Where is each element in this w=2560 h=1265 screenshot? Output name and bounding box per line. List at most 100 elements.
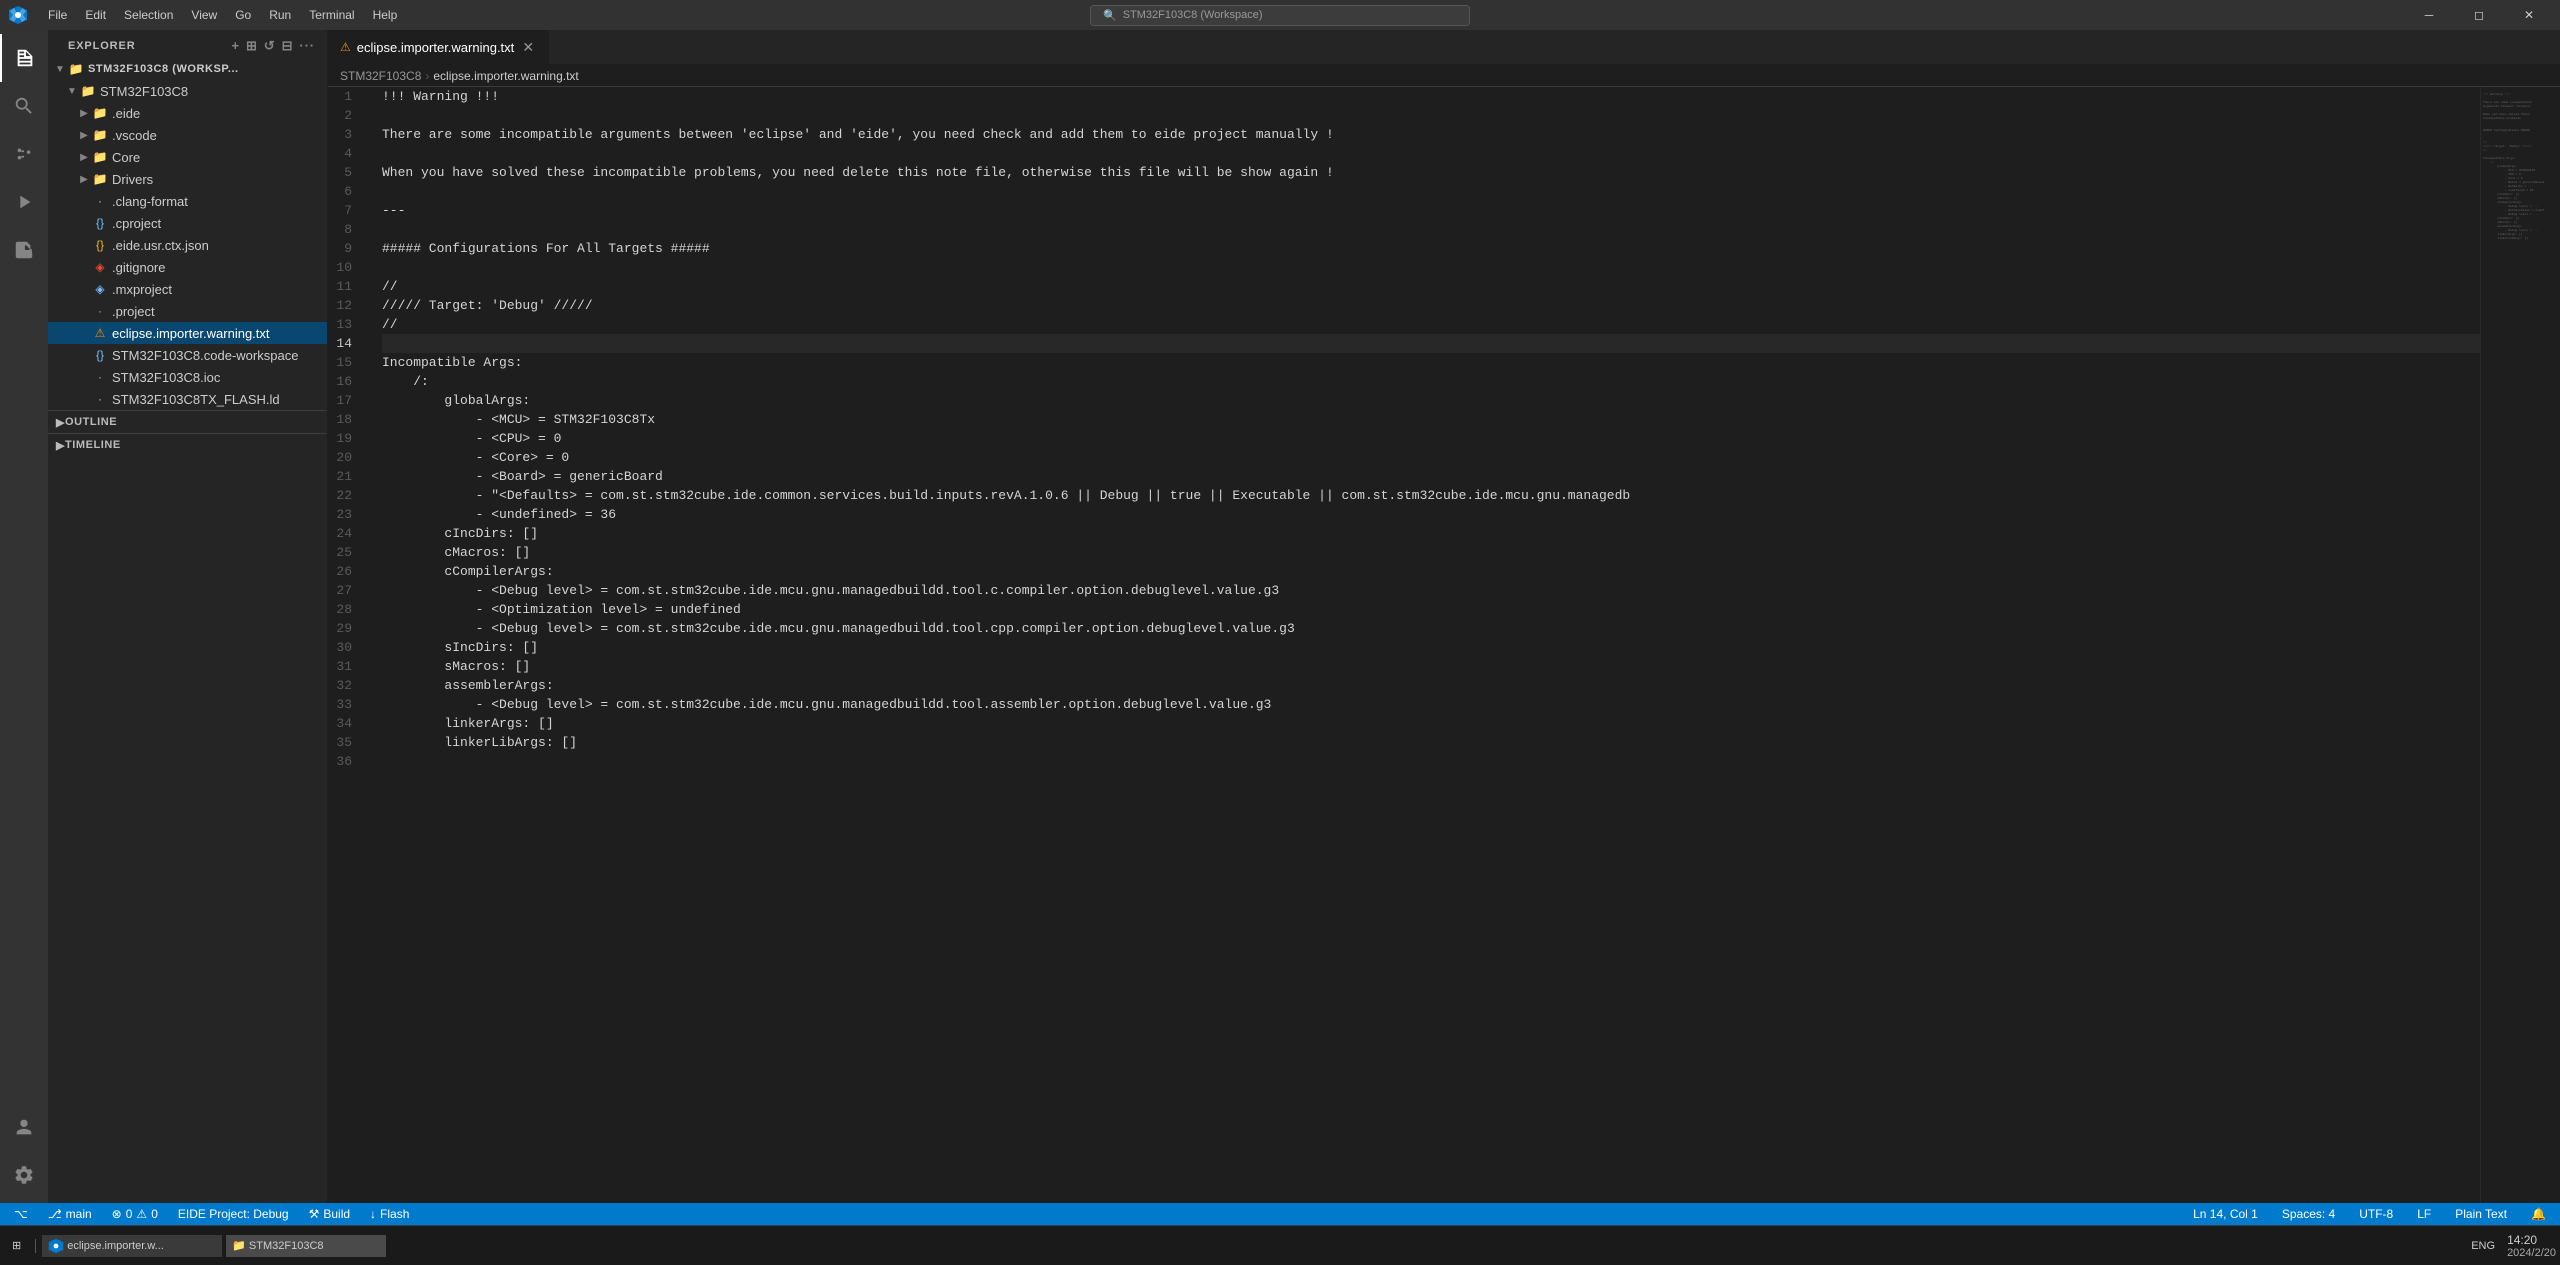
menu-selection[interactable]: Selection — [116, 6, 181, 24]
menu-help[interactable]: Help — [365, 6, 406, 24]
core-chevron-icon: ▶ — [76, 149, 92, 165]
line-number: 3 — [328, 125, 360, 144]
branch-indicator[interactable]: ⎇ main — [42, 1203, 98, 1225]
build-icon: ⚒ — [309, 1207, 320, 1221]
breadcrumb: STM32F103C8 › eclipse.importer.warning.t… — [328, 65, 2560, 87]
menu-edit[interactable]: Edit — [77, 6, 114, 24]
tab-close-button[interactable]: ✕ — [520, 39, 536, 55]
line-number: 24 — [328, 524, 360, 543]
new-folder-icon[interactable]: ⊞ — [246, 38, 258, 54]
activity-run[interactable] — [0, 178, 48, 226]
code-line: --- — [382, 201, 2480, 220]
notifications-button[interactable]: 🔔 — [2525, 1203, 2552, 1225]
core-label: Core — [112, 150, 327, 165]
activity-search[interactable] — [0, 82, 48, 130]
line-number: 32 — [328, 676, 360, 695]
line-number: 30 — [328, 638, 360, 657]
line-number: 31 — [328, 657, 360, 676]
cursor-position[interactable]: Ln 14, Col 1 — [2187, 1203, 2264, 1225]
menu-run[interactable]: Run — [261, 6, 299, 24]
minimize-button[interactable]: ─ — [2406, 0, 2452, 30]
line-ending-indicator[interactable]: LF — [2411, 1203, 2437, 1225]
breadcrumb-file[interactable]: eclipse.importer.warning.txt — [433, 69, 578, 83]
code-line: - <undefined> = 36 — [382, 505, 2480, 524]
timeline-header[interactable]: ▶ TIMELINE — [48, 434, 327, 456]
file-ld[interactable]: ▶ · STM32F103C8TX_FLASH.ld — [48, 388, 327, 410]
code-line: - <Optimization level> = undefined — [382, 600, 2480, 619]
activity-settings[interactable] — [0, 1151, 48, 1199]
file-ioc[interactable]: ▶ · STM32F103C8.ioc — [48, 366, 327, 388]
file-warning-txt[interactable]: ▶ ⚠ eclipse.importer.warning.txt — [48, 322, 327, 344]
folder-drivers[interactable]: ▶ 📁 Drivers — [48, 168, 327, 190]
more-actions-icon[interactable]: ··· — [299, 38, 315, 54]
close-button[interactable]: ✕ — [2506, 0, 2552, 30]
root-label: STM32F103C8 — [100, 84, 327, 99]
eide-project-indicator[interactable]: EIDE Project: Debug — [172, 1203, 295, 1225]
outline-header[interactable]: ▶ OUTLINE — [48, 411, 327, 433]
file-clang-format[interactable]: ▶ · .clang-format — [48, 190, 327, 212]
explorer-title: EXPLORER — [68, 40, 136, 52]
gitignore-icon: ◈ — [92, 259, 108, 275]
language-indicator[interactable]: Plain Text — [2449, 1203, 2513, 1225]
code-line: assemblerArgs: — [382, 676, 2480, 695]
folder-eide[interactable]: ▶ 📁 .eide — [48, 102, 327, 124]
workspace-root[interactable]: ▼ 📁 STM32F103C8 (WORKSP... — [48, 58, 327, 80]
folder-root[interactable]: ▼ 📁 STM32F103C8 — [48, 80, 327, 102]
drivers-label: Drivers — [112, 172, 327, 187]
flash-button[interactable]: ↓ Flash — [364, 1203, 415, 1225]
activity-bar — [0, 30, 48, 1203]
file-workspace[interactable]: ▶ {} STM32F103C8.code-workspace — [48, 344, 327, 366]
activity-extensions[interactable] — [0, 226, 48, 274]
taskbar-folder-icon: 📁 — [232, 1239, 246, 1252]
start-button[interactable]: ⊞ — [4, 1235, 29, 1257]
titlebar-right: ─ ◻ ✕ — [2406, 0, 2552, 30]
cproject-icon: {} — [92, 215, 108, 231]
mxproject-label: .mxproject — [112, 282, 327, 297]
menu-file[interactable]: File — [40, 6, 75, 24]
menu-go[interactable]: Go — [227, 6, 259, 24]
build-button[interactable]: ⚒ Build — [303, 1203, 356, 1225]
file-gitignore[interactable]: ▶ ◈ .gitignore — [48, 256, 327, 278]
activity-account[interactable] — [0, 1103, 48, 1151]
main-layout: EXPLORER + ⊞ ↺ ⊟ ··· ▼ 📁 STM32F103C8 (WO… — [0, 30, 2560, 1203]
menu-terminal[interactable]: Terminal — [301, 6, 362, 24]
windows-icon: ⊞ — [12, 1239, 21, 1252]
line-number: 28 — [328, 600, 360, 619]
spaces-indicator[interactable]: Spaces: 4 — [2276, 1203, 2341, 1225]
code-line — [382, 106, 2480, 125]
taskbar-date: 2024/2/20 — [2507, 1247, 2556, 1259]
folder-core[interactable]: ▶ 📁 Core — [48, 146, 327, 168]
encoding-indicator[interactable]: UTF-8 — [2353, 1203, 2399, 1225]
outline-section: ▶ OUTLINE — [48, 410, 327, 433]
refresh-icon[interactable]: ↺ — [264, 38, 276, 54]
remote-icon: ⌥ — [14, 1207, 28, 1221]
workspace-label: STM32F103C8 (WORKSP... — [88, 63, 327, 75]
activity-source-control[interactable] — [0, 130, 48, 178]
code-line: - <Debug level> = com.st.stm32cube.ide.m… — [382, 619, 2480, 638]
search-text: STM32F103C8 (Workspace) — [1123, 9, 1263, 21]
maximize-button[interactable]: ◻ — [2456, 0, 2502, 30]
new-file-icon[interactable]: + — [232, 38, 240, 54]
file-project[interactable]: ▶ · .project — [48, 300, 327, 322]
code-content[interactable]: !!! Warning !!! There are some incompati… — [370, 87, 2480, 1203]
file-eide-json[interactable]: ▶ {} .eide.usr.ctx.json — [48, 234, 327, 256]
collapse-icon[interactable]: ⊟ — [282, 38, 294, 54]
taskbar-vscode[interactable]: eclipse.importer.w... — [42, 1235, 222, 1257]
menu-view[interactable]: View — [183, 6, 225, 24]
file-mxproject[interactable]: ▶ ◈ .mxproject — [48, 278, 327, 300]
remote-indicator[interactable]: ⌥ — [8, 1203, 34, 1225]
project-icon: · — [92, 303, 108, 319]
clang-format-label: .clang-format — [112, 194, 327, 209]
file-cproject[interactable]: ▶ {} .cproject — [48, 212, 327, 234]
folder-vscode[interactable]: ▶ 📁 .vscode — [48, 124, 327, 146]
errors-indicator[interactable]: ⊗ 0 ⚠ 0 — [106, 1203, 164, 1225]
code-line: linkerLibArgs: [] — [382, 733, 2480, 752]
activity-explorer[interactable] — [0, 34, 48, 82]
breadcrumb-workspace[interactable]: STM32F103C8 — [340, 69, 421, 83]
vscode-folder-icon: 📁 — [92, 127, 108, 143]
editor-content[interactable]: 1234567891011121314151617181920212223242… — [328, 87, 2560, 1203]
search-icon: 🔍 — [1103, 9, 1117, 22]
search-bar[interactable]: 🔍 STM32F103C8 (Workspace) — [1090, 5, 1470, 26]
taskbar-workspace[interactable]: 📁 STM32F103C8 — [226, 1235, 386, 1257]
active-tab[interactable]: ⚠ eclipse.importer.warning.txt ✕ — [328, 30, 549, 64]
